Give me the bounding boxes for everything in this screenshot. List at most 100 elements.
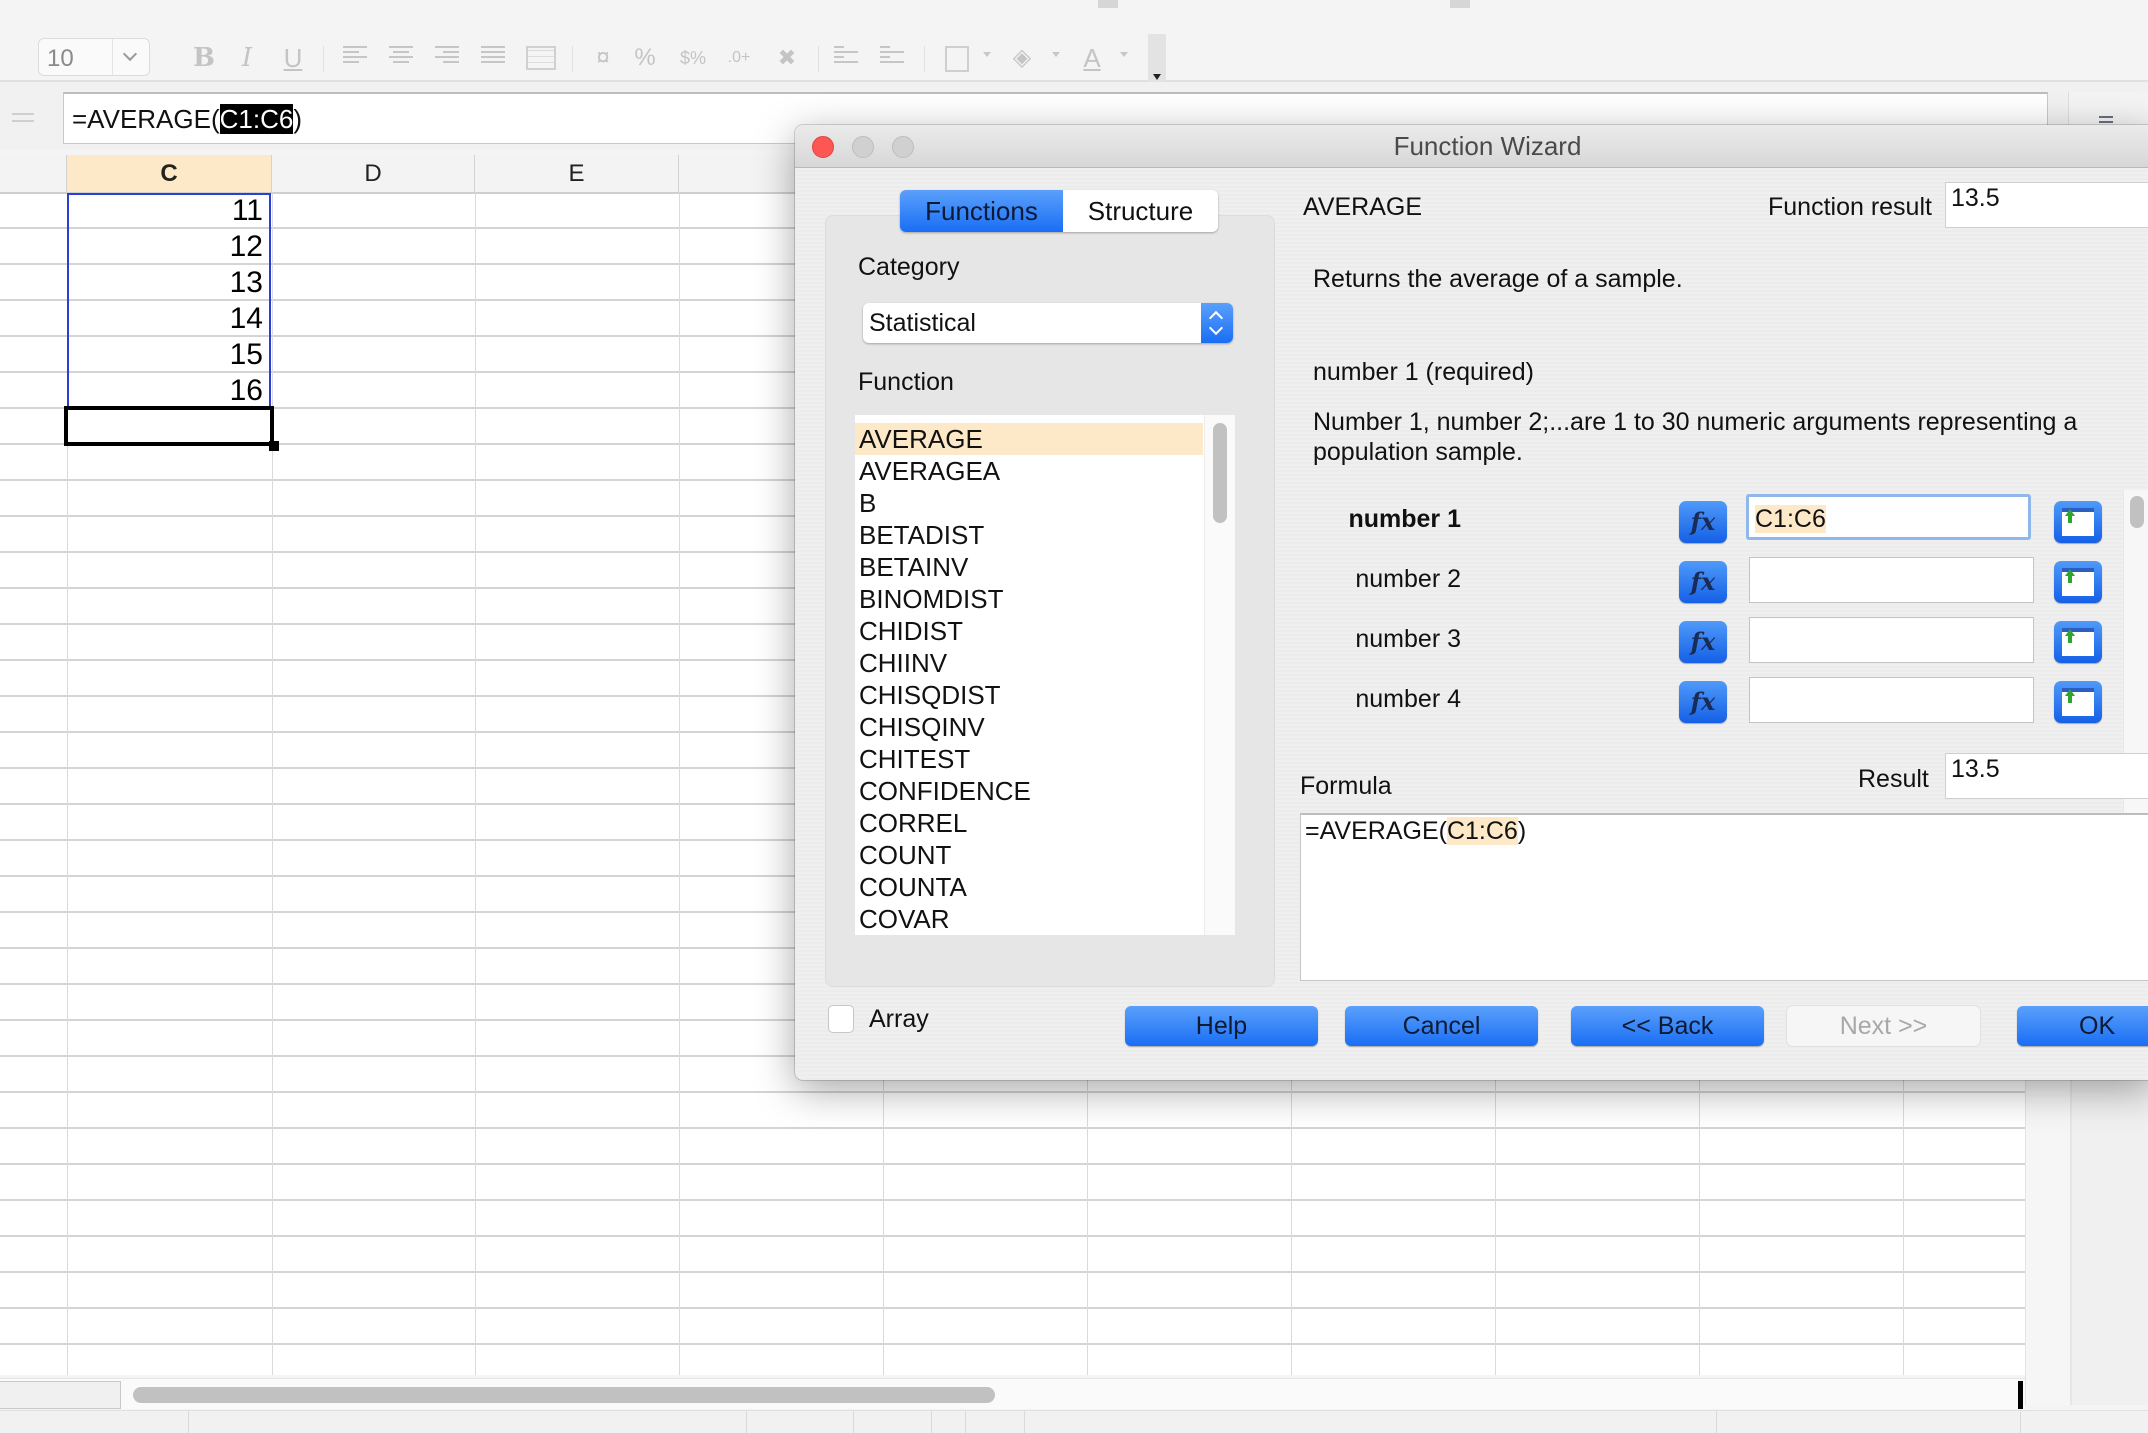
function-description: Returns the average of a sample. — [1313, 265, 1683, 293]
shrink-dialog-button[interactable] — [2054, 621, 2102, 663]
function-list-scrollbar-thumb[interactable] — [1213, 423, 1227, 523]
italic-icon[interactable]: I — [235, 40, 259, 76]
arrow-up-icon — [2065, 569, 2075, 583]
horizontal-scrollbar-area — [0, 1378, 2025, 1409]
background-color-dropdown-icon[interactable] — [1052, 52, 1060, 57]
back-button[interactable]: << Back — [1571, 1006, 1764, 1046]
cell-C3[interactable]: 13 — [67, 265, 269, 299]
argument-input-1[interactable]: C1:C6 — [1746, 494, 2031, 540]
toolbar-overflow-button[interactable] — [1148, 34, 1166, 86]
cancel-button[interactable]: Cancel — [1345, 1006, 1538, 1046]
updown-chevron-icon[interactable] — [1201, 303, 1233, 343]
formula-suffix: ) — [293, 104, 302, 134]
fx-icon[interactable]: fx — [1679, 681, 1727, 723]
cell-C1[interactable]: 11 — [67, 193, 269, 227]
function-list-item[interactable]: CHIINV — [855, 647, 1203, 679]
shrink-dialog-button[interactable] — [2054, 561, 2102, 603]
function-list-item[interactable]: B — [855, 487, 1203, 519]
cell-C6[interactable]: 16 — [67, 373, 269, 407]
argument-label-1: number 1 — [1348, 505, 1461, 533]
function-list-item[interactable]: COUNT — [855, 839, 1203, 871]
sheet-tab[interactable] — [0, 1381, 121, 1409]
function-list-item[interactable]: CHIDIST — [855, 615, 1203, 647]
function-list-item[interactable]: CHISQDIST — [855, 679, 1203, 711]
currency-icon[interactable]: ¤ — [588, 40, 618, 76]
font-size-value[interactable]: 10 — [47, 45, 74, 73]
add-decimal-icon[interactable]: .0+ — [722, 40, 756, 76]
horizontal-scrollbar-thumb[interactable] — [133, 1387, 995, 1403]
formula-editor[interactable]: =AVERAGE(C1:C6) — [1300, 813, 2148, 981]
underline-icon[interactable]: U — [280, 40, 306, 76]
justify-icon[interactable] — [481, 46, 505, 68]
toolbar-separator — [818, 46, 819, 72]
function-list-item[interactable]: AVERAGE — [855, 423, 1203, 455]
function-list-item[interactable]: CORREL — [855, 807, 1203, 839]
ok-button[interactable]: OK — [2017, 1006, 2148, 1046]
align-left-icon[interactable] — [343, 46, 367, 68]
shrink-dialog-button[interactable] — [2054, 681, 2102, 723]
arguments-scrollbar-thumb[interactable] — [2130, 496, 2144, 528]
function-list-item[interactable]: COUNTA — [855, 871, 1203, 903]
fx-icon[interactable]: fx — [1679, 501, 1727, 543]
increase-indent-icon[interactable] — [834, 46, 858, 68]
align-center-icon[interactable] — [389, 46, 413, 68]
font-color-dropdown-icon[interactable] — [1120, 52, 1128, 57]
shrink-dialog-button[interactable] — [2054, 501, 2102, 543]
fx-icon[interactable]: fx — [1679, 621, 1727, 663]
merge-cells-icon[interactable] — [526, 46, 556, 70]
align-right-icon[interactable] — [435, 46, 459, 68]
function-list-item[interactable]: BINOMDIST — [855, 583, 1203, 615]
font-color-icon[interactable]: A — [1075, 40, 1109, 76]
chevron-down-icon[interactable] — [112, 39, 149, 75]
number-format-icon[interactable]: $% — [676, 40, 710, 76]
row-gridline — [0, 1127, 2025, 1129]
tab-structure[interactable]: Structure — [1063, 190, 1218, 232]
function-list[interactable]: AVERAGE AVERAGEA B BETADIST BETAINV BINOMDIST… — [855, 415, 1235, 935]
borders-icon[interactable] — [945, 46, 969, 72]
arrow-up-icon — [2065, 689, 2075, 703]
status-bar — [0, 1410, 2148, 1433]
decrease-indent-icon[interactable] — [880, 46, 904, 68]
split-handle[interactable] — [2018, 1381, 2023, 1409]
cell-C5[interactable]: 15 — [67, 337, 269, 371]
function-list-item[interactable]: CHITEST — [855, 743, 1203, 775]
function-list-item[interactable]: CONFIDENCE — [855, 775, 1203, 807]
category-select[interactable]: Statistical — [863, 303, 1233, 343]
fx-icon[interactable]: fx — [1679, 561, 1727, 603]
tab-functions[interactable]: Functions — [900, 190, 1063, 232]
column-header-D[interactable]: D — [272, 155, 475, 192]
argument-input-3[interactable] — [1749, 617, 2034, 663]
cell-C4[interactable]: 14 — [67, 301, 269, 335]
function-list-item[interactable]: COVAR — [855, 903, 1203, 935]
column-header-E[interactable]: E — [475, 155, 679, 192]
formula-equals-icon[interactable] — [12, 113, 34, 127]
background-color-icon[interactable]: ◈ — [1005, 40, 1039, 76]
argument-input-2[interactable] — [1749, 557, 2034, 603]
function-list-item[interactable]: BETADIST — [855, 519, 1203, 551]
function-list-item[interactable]: CHISQINV — [855, 711, 1203, 743]
splitter-handle[interactable] — [1098, 0, 1118, 8]
font-size-combobox[interactable]: 10 — [38, 38, 150, 76]
function-list-scrollbar[interactable] — [1204, 415, 1235, 935]
function-list-item[interactable]: BETAINV — [855, 551, 1203, 583]
bold-icon[interactable]: B — [190, 40, 218, 76]
help-button[interactable]: Help — [1125, 1006, 1318, 1046]
function-wizard-dialog: Function Wizard Functions Structure Cate… — [795, 125, 2148, 1080]
next-button[interactable]: Next >> — [1787, 1006, 1980, 1046]
percent-icon[interactable]: % — [632, 40, 658, 76]
borders-dropdown-icon[interactable] — [983, 52, 991, 57]
argument-label-4: number 4 — [1355, 685, 1461, 713]
splitter-handle[interactable] — [1450, 0, 1470, 8]
top-strip — [0, 0, 2148, 10]
argument-label-2: number 2 — [1355, 565, 1461, 593]
cell-C2[interactable]: 12 — [67, 229, 269, 263]
active-cell-C7[interactable] — [64, 406, 279, 451]
function-list-item[interactable]: AVERAGEA — [855, 455, 1203, 487]
result-label: Result — [1858, 765, 1929, 793]
dialog-titlebar[interactable]: Function Wizard — [795, 125, 2148, 168]
delete-decimal-icon[interactable]: ✖ — [770, 40, 804, 76]
column-header-C[interactable]: C — [67, 155, 272, 192]
argument-input-4[interactable] — [1749, 677, 2034, 723]
column-header-B[interactable] — [0, 155, 67, 192]
array-checkbox[interactable] — [828, 1005, 854, 1033]
